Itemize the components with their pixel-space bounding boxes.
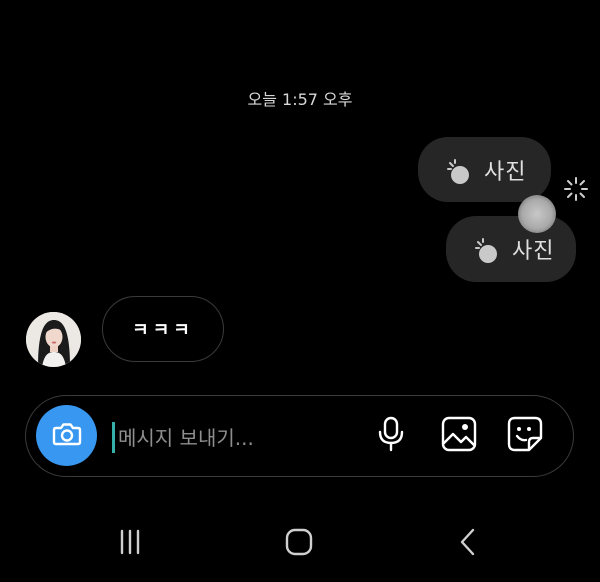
photo-sparkle-icon [436, 150, 476, 190]
photo-sparkle-icon [464, 229, 504, 269]
user-avatar[interactable] [26, 312, 81, 367]
message-timestamp: 오늘 1:57 오후 [247, 90, 353, 109]
received-text-message[interactable]: ㅋㅋㅋ [102, 296, 224, 362]
message-input[interactable] [116, 418, 360, 458]
camera-button[interactable] [36, 405, 97, 466]
home-button[interactable] [279, 526, 319, 562]
touch-indicator [518, 195, 556, 233]
text-cursor [112, 422, 115, 453]
sticker-icon [507, 416, 543, 456]
sent-photo-message[interactable]: 사진 [446, 216, 576, 282]
home-icon [284, 528, 314, 560]
loading-spinner-icon [563, 176, 589, 202]
system-navigation-bar [0, 520, 600, 568]
microphone-button[interactable] [371, 416, 411, 456]
message-composer [25, 395, 574, 477]
sticker-button[interactable] [505, 416, 545, 456]
microphone-icon [376, 416, 406, 456]
sent-photo-message[interactable]: 사진 [418, 137, 551, 202]
back-icon [456, 527, 480, 561]
recent-apps-button[interactable] [110, 526, 150, 562]
recent-apps-icon [115, 529, 145, 559]
photo-message-label: 사진 [512, 239, 555, 264]
camera-icon [51, 418, 83, 454]
back-button[interactable] [448, 526, 488, 562]
image-gallery-icon [441, 416, 477, 456]
gallery-button[interactable] [439, 416, 479, 456]
photo-message-label: 사진 [484, 159, 527, 185]
